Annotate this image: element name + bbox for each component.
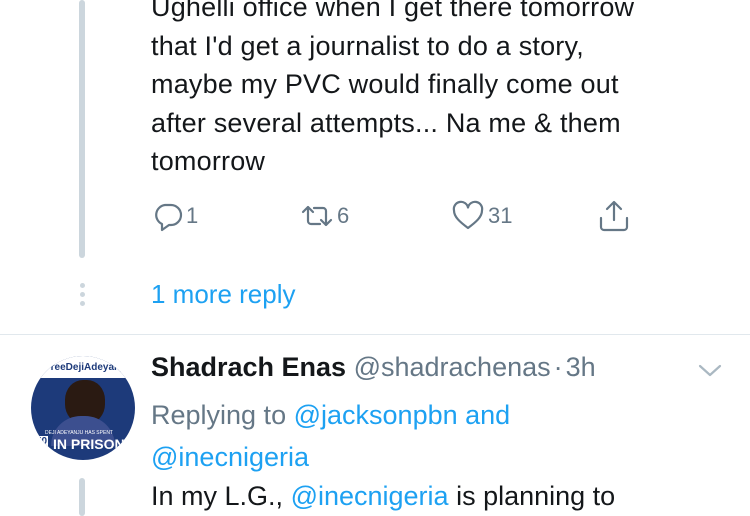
timestamp[interactable]: 3h (566, 352, 596, 382)
display-name[interactable]: Shadrach Enas (151, 352, 346, 382)
replying-prefix: Replying to (151, 400, 287, 430)
more-reply-link[interactable]: 1 more reply (151, 279, 296, 310)
tweet-menu-button[interactable] (697, 362, 723, 385)
avatar-hashtag: #FreeDejiAdeyanju (39, 362, 130, 373)
replying-and: and (465, 400, 511, 430)
tweet-text-line: after several attempts... Na me & them (151, 107, 621, 138)
avatar-prison-text: IN PRISON (53, 436, 125, 452)
tweet-text-line: Ughelli office when I get there tomorrow (151, 0, 635, 22)
body-suffix: is planning to (456, 481, 616, 511)
retweet-count: 6 (337, 203, 350, 228)
tweet-text-line: that I'd get a journalist to do a story, (151, 30, 584, 61)
avatar-count: 50 (35, 436, 49, 447)
share-icon (596, 198, 632, 234)
separator: · (553, 352, 563, 382)
thread-line (79, 0, 85, 258)
chevron-down-icon (697, 364, 723, 384)
reply-tweet-text: In my L.G., @inecnigeria is planning to (151, 481, 615, 512)
user-handle[interactable]: @shadrachenas (354, 352, 551, 382)
replying-user-link[interactable]: @jacksonpbn (294, 400, 458, 430)
replying-user-link[interactable]: @inecnigeria (151, 442, 309, 472)
like-button[interactable]: 31 (450, 198, 512, 234)
divider (0, 334, 750, 335)
thread-dots (78, 283, 86, 310)
reply-button[interactable]: 1 (150, 198, 198, 234)
avatar[interactable]: #FreeDejiAdeyanju DEJI ADEYANJU HAS SPEN… (31, 356, 135, 460)
reply-count: 1 (186, 203, 199, 228)
share-button[interactable] (596, 198, 632, 234)
tweet-text-line: tomorrow (151, 146, 266, 176)
reply-tweet-header: Shadrach Enas @shadrachenas · 3h (151, 352, 596, 383)
reply-icon (150, 198, 186, 234)
replying-to: Replying to @jacksonpbn and @inecnigeria (151, 394, 711, 478)
mention-link[interactable]: @inecnigeria (291, 481, 449, 511)
tweet-text-line: maybe my PVC would finally come out (151, 69, 619, 99)
thread-line (79, 478, 85, 516)
body-prefix: In my L.G., (151, 481, 284, 511)
retweet-button[interactable]: 6 (297, 198, 349, 234)
like-icon (450, 198, 486, 234)
previous-tweet-text: Ughelli office when I get there tomorrow… (151, 0, 721, 181)
retweet-icon (297, 198, 337, 234)
like-count: 31 (488, 203, 513, 228)
